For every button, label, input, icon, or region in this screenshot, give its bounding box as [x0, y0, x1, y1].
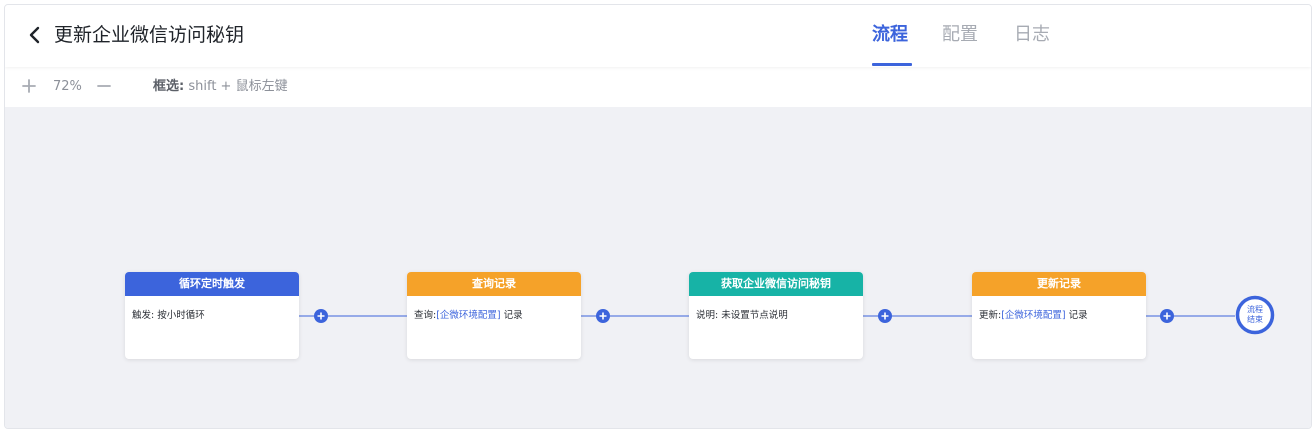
node-description: 查询:[企微环境配置] 记录: [407, 296, 581, 323]
selection-hint-text: shift + 鼠标左键: [188, 79, 288, 94]
node-description-text: 未设置节点说明: [721, 310, 788, 321]
node-description-prefix: 触发:: [132, 310, 155, 321]
node-table-tag[interactable]: [企微环境配置]: [1001, 310, 1065, 321]
flow-node-action[interactable]: 获取企业微信访问秘钥 说明: 未设置节点说明: [689, 272, 863, 359]
selection-hint: 框选: shift + 鼠标左键: [153, 78, 288, 96]
end-node-label-line2: 结束: [1247, 315, 1263, 324]
plus-circle-icon[interactable]: [314, 309, 328, 323]
node-description-text: 按小时循环: [157, 310, 205, 321]
flow-connectors: [299, 309, 1235, 323]
node-description-suffix: 记录: [1068, 310, 1088, 321]
zoom-level: 72%: [53, 79, 82, 94]
tab-config[interactable]: 配置: [942, 23, 978, 47]
tab-log[interactable]: 日志: [1014, 23, 1050, 47]
node-title: 获取企业微信访问秘钥: [689, 272, 863, 296]
end-node-label-line1: 流程: [1247, 305, 1263, 314]
node-description-prefix: 说明:: [696, 310, 719, 321]
node-description-prefix: 查询:: [414, 310, 437, 321]
end-node-label: 流程 结束: [1235, 305, 1275, 325]
node-title: 查询记录: [407, 272, 581, 296]
node-title: 循环定时触发: [125, 272, 299, 296]
page-header: 更新企业微信访问秘钥 流程 配置 日志: [5, 5, 1311, 67]
flow-node-trigger[interactable]: 循环定时触发 触发: 按小时循环: [125, 272, 299, 359]
plus-icon[interactable]: [20, 77, 38, 95]
node-description-prefix: 更新:: [979, 310, 1002, 321]
flow-node-query[interactable]: 查询记录 查询:[企微环境配置] 记录: [407, 272, 581, 359]
app-window: 更新企业微信访问秘钥 流程 配置 日志 72% 框选: shift + 鼠标左键: [4, 4, 1312, 429]
minus-icon[interactable]: [95, 77, 113, 95]
node-title: 更新记录: [972, 272, 1146, 296]
node-description: 说明: 未设置节点说明: [689, 296, 863, 323]
node-description-suffix: 记录: [503, 310, 523, 321]
node-table-tag[interactable]: [企微环境配置]: [436, 310, 500, 321]
page-title: 更新企业微信访问秘钥: [54, 24, 245, 46]
tab-flow[interactable]: 流程: [872, 23, 908, 47]
flow-end-node[interactable]: 流程 结束: [1235, 295, 1275, 335]
plus-circle-icon[interactable]: [596, 309, 610, 323]
node-description: 触发: 按小时循环: [125, 296, 299, 323]
plus-circle-icon[interactable]: [1160, 309, 1174, 323]
active-tab-indicator: [872, 63, 912, 66]
chevron-left-icon[interactable]: [25, 25, 45, 45]
node-description: 更新:[企微环境配置] 记录: [972, 296, 1146, 323]
flow-node-update[interactable]: 更新记录 更新:[企微环境配置] 记录: [972, 272, 1146, 359]
selection-hint-label: 框选:: [153, 79, 185, 94]
canvas-toolbar: 72% 框选: shift + 鼠标左键: [5, 67, 1311, 107]
flow-canvas[interactable]: 循环定时触发 触发: 按小时循环 查询记录 查询:[企微环境配置] 记录 获取企…: [5, 107, 1311, 428]
plus-circle-icon[interactable]: [878, 309, 892, 323]
